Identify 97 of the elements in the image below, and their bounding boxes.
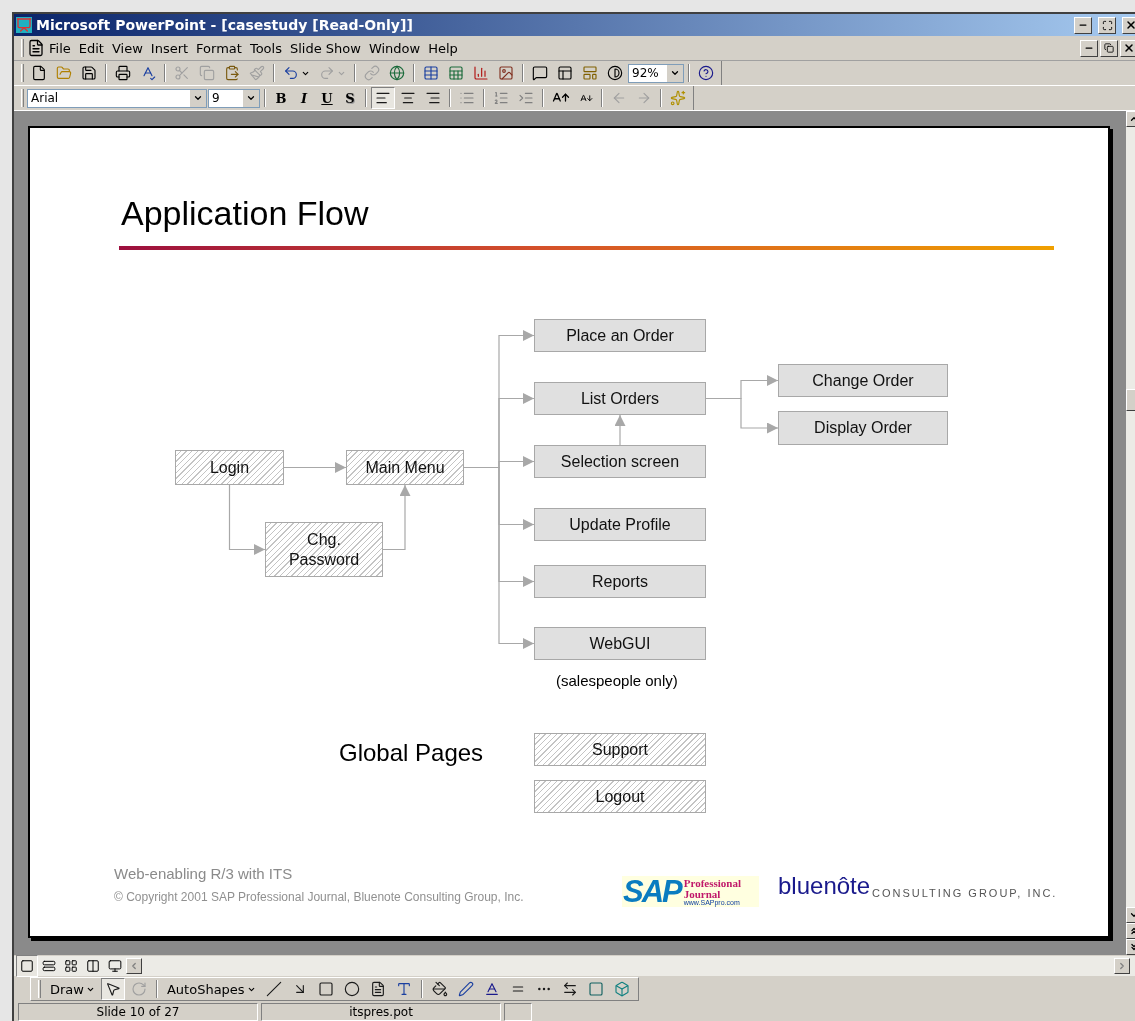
caret-icon[interactable]	[246, 93, 256, 103]
document-icon[interactable]	[27, 39, 45, 57]
fill-color-icon[interactable]	[431, 981, 448, 997]
logo-text: Journal	[683, 888, 722, 900]
line-color-icon[interactable]	[457, 981, 474, 997]
copyright-text: © Copyright 2001 SAP Professional Journal, Bluenote Consulting Group, Inc.	[114, 890, 524, 904]
rectangle-icon[interactable]	[317, 981, 334, 997]
flow-box: Support	[534, 733, 706, 766]
save-icon[interactable]	[81, 65, 97, 81]
contrast-icon[interactable]	[607, 65, 623, 81]
bullets-icon[interactable]	[459, 90, 475, 106]
undo-icon[interactable]	[283, 65, 299, 81]
indent-icon[interactable]	[518, 90, 534, 106]
app-icon	[16, 17, 32, 33]
connector-arrow	[382, 484, 411, 551]
new-document-icon[interactable]	[31, 65, 47, 81]
wordart-icon[interactable]	[395, 981, 412, 997]
align-right-icon[interactable]	[425, 90, 441, 106]
menu-item[interactable]: Format	[192, 38, 246, 58]
window-title: Microsoft PowerPoint - [casestudy [Read-Only]]	[36, 17, 414, 33]
connector-arrow	[283, 462, 347, 473]
flow-box: Change Order	[778, 364, 948, 397]
style-button[interactable]: U	[316, 87, 338, 109]
zoom-field[interactable]: 92%	[628, 63, 684, 83]
footer-title: Web-enabling R/3 with ITS	[114, 865, 293, 882]
layout-icon[interactable]	[557, 65, 573, 81]
notes-view-icon[interactable]	[86, 959, 100, 973]
connector-arrow	[228, 484, 266, 555]
flow-box: Update Profile	[534, 508, 706, 541]
font-size-field[interactable]: 9	[208, 88, 260, 108]
logo-text: SAP	[623, 876, 681, 907]
comment-icon[interactable]	[532, 65, 548, 81]
star-icon[interactable]	[670, 90, 686, 106]
style-button[interactable]: I	[293, 87, 315, 109]
align-center-icon[interactable]	[400, 90, 416, 106]
caret-icon[interactable]	[193, 93, 203, 103]
font-color-icon[interactable]	[483, 981, 500, 997]
text-box-icon[interactable]	[369, 981, 386, 997]
menu-item[interactable]: Help	[424, 38, 462, 58]
slideshow-icon[interactable]	[108, 959, 122, 973]
menu-item[interactable]: Edit	[74, 38, 108, 58]
font-field[interactable]: Arial	[27, 88, 207, 108]
template-icon[interactable]	[582, 65, 598, 81]
help-icon[interactable]	[698, 65, 714, 81]
flow-box: List Orders	[534, 382, 706, 415]
style-button[interactable]: B	[270, 87, 292, 109]
section-label: Global Pages	[339, 739, 484, 767]
spreadsheet-icon[interactable]	[448, 65, 464, 81]
image-icon[interactable]	[498, 65, 514, 81]
flow-box: Place an Order	[534, 319, 706, 352]
align-left-icon[interactable]	[375, 90, 391, 106]
menu-item[interactable]: File	[45, 38, 75, 58]
menu-item[interactable]: Insert	[146, 38, 193, 58]
flow-box: Main Menu	[346, 450, 464, 485]
menu-item[interactable]: Window	[364, 38, 425, 58]
restore-icon[interactable]	[1104, 43, 1114, 53]
chart-icon[interactable]	[473, 65, 489, 81]
status-field: itspres.pot	[261, 1003, 501, 1021]
company-logo-text: bluenôte	[778, 872, 871, 900]
restore-button[interactable]	[1100, 39, 1118, 57]
minimize-button[interactable]	[1080, 39, 1098, 57]
logo-text: Professional	[683, 877, 741, 889]
style-button[interactable]: S	[339, 87, 361, 109]
autoshapes-menu-button[interactable]: AutoShapes	[162, 978, 260, 1000]
sorter-view-icon[interactable]	[64, 959, 78, 973]
outline-view-icon[interactable]	[42, 959, 56, 973]
pointer-icon[interactable]	[104, 981, 121, 997]
minimize-button[interactable]	[1074, 16, 1092, 34]
draw-menu-button[interactable]: Draw	[46, 978, 99, 1000]
globe-icon[interactable]	[389, 65, 405, 81]
line-icon[interactable]	[265, 981, 282, 997]
slide-title: Application Flow	[121, 194, 369, 233]
menu-item[interactable]: Slide Show	[285, 38, 365, 58]
oval-icon[interactable]	[343, 981, 360, 997]
status-field: Slide 10 of 27	[18, 1003, 258, 1021]
note-text: (salespeople only)	[556, 672, 678, 689]
flow-box: Chg. Password	[265, 522, 383, 577]
table-icon[interactable]	[423, 65, 439, 81]
status-field	[504, 1003, 532, 1021]
normal-view-icon[interactable]	[20, 959, 34, 973]
company-tagline: CONSULTING GROUP, INC.	[872, 887, 1058, 899]
connector-arrow	[614, 414, 626, 446]
cube-icon[interactable]	[613, 981, 630, 997]
flow-box: Logout	[534, 780, 706, 813]
flow-box: Display Order	[778, 411, 948, 445]
spacing-icon[interactable]	[493, 90, 509, 106]
flow-box: WebGUI	[534, 627, 706, 660]
spellcheck-icon[interactable]	[140, 65, 156, 81]
flow-box: Reports	[534, 565, 706, 598]
flow-box: Selection screen	[534, 445, 706, 478]
paste-icon[interactable]	[224, 65, 240, 81]
caret-icon[interactable]	[670, 68, 680, 78]
menu-item[interactable]: Tools	[245, 38, 286, 58]
arrow-style-icon[interactable]	[561, 981, 578, 997]
menu-item[interactable]: View	[107, 38, 147, 58]
printer-icon[interactable]	[115, 65, 131, 81]
flow-box: Login	[175, 450, 284, 485]
